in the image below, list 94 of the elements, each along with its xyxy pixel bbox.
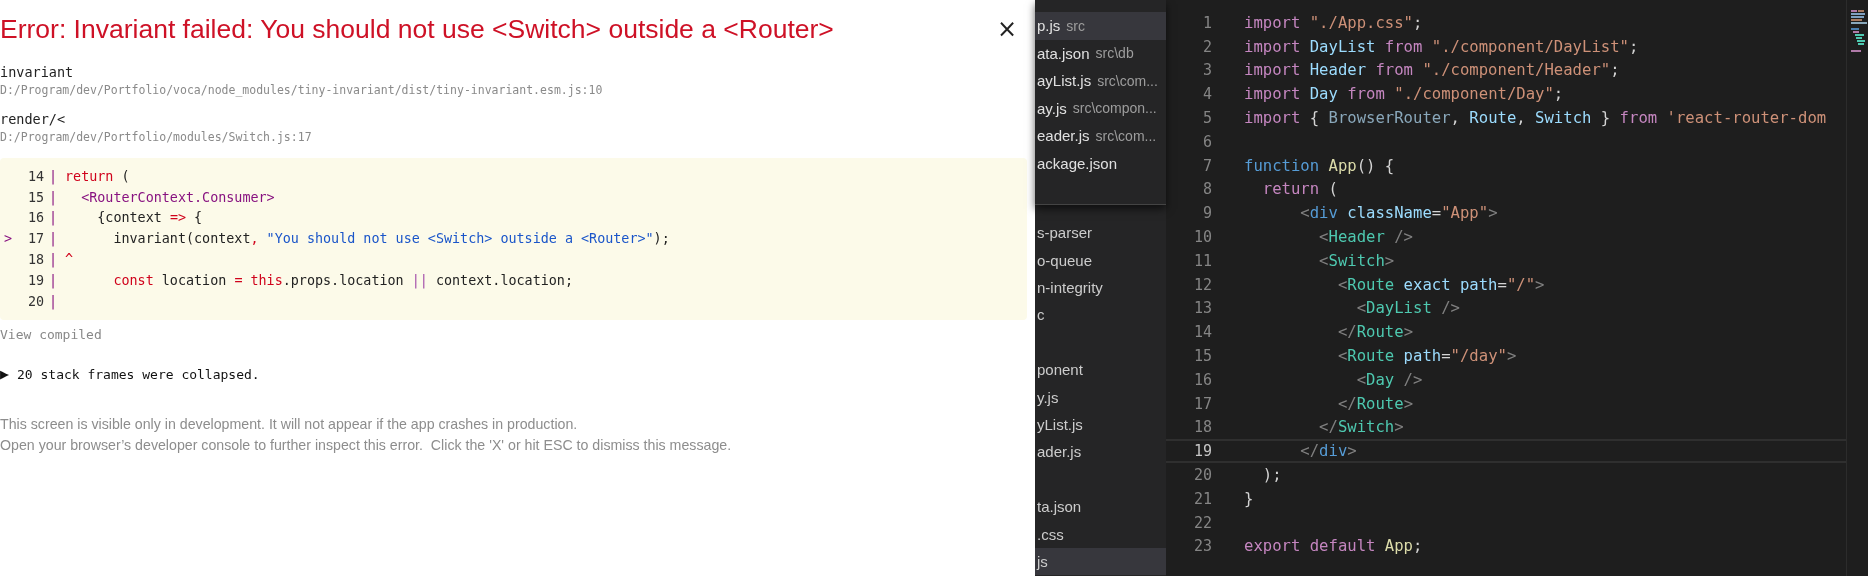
code-line: import Day from "./component/Day"; — [1244, 85, 1564, 104]
error-title: Error: Invariant failed: You should not use <Switch> outside a <Router> — [0, 13, 834, 45]
line-number: 1 — [1201, 13, 1212, 32]
line-number: 15 — [1192, 347, 1212, 366]
gutter-separator: | — [49, 210, 58, 226]
explorer-item[interactable]: o-queue — [1035, 246, 1166, 274]
explorer-item[interactable]: ponent — [1035, 328, 1166, 384]
line-number: 15 — [26, 189, 44, 205]
explorer-item[interactable]: yList.js — [1035, 410, 1166, 439]
quick-open-item[interactable]: ayList.js src\com... — [1035, 67, 1166, 95]
explorer-item[interactable]: y.js — [1035, 383, 1166, 411]
line-number: 17 — [26, 231, 44, 247]
line-number: 16 — [1192, 370, 1212, 389]
code-line: <Header /> — [1318, 228, 1413, 247]
line-number: 9 — [1201, 204, 1212, 223]
line-number: 23 — [1192, 537, 1212, 556]
expand-arrow-icon[interactable]: ▶ — [0, 366, 10, 382]
line-number: 21 — [1192, 489, 1212, 508]
gutter-separator: | — [49, 231, 58, 247]
line-number: 19 — [1192, 442, 1212, 461]
code-line: <Day /> — [1355, 370, 1423, 389]
line-number: 13 — [1192, 299, 1212, 318]
gutter-separator: | — [49, 168, 58, 184]
code-line: import "./App.css"; — [1244, 13, 1423, 32]
line-number: 10 — [1192, 228, 1212, 247]
explorer-item[interactable]: ader.js — [1035, 438, 1166, 466]
code-line: <Route exact path="/"> — [1336, 275, 1545, 294]
code-line: <div className="App"> — [1299, 204, 1498, 223]
explorer-item[interactable]: .css — [1035, 520, 1166, 548]
error-line-marker: > — [3, 231, 14, 247]
stack-frame-location: D:/Program/dev/Portfolio/modules/Switch.js:17 — [0, 130, 312, 144]
line-number: 20 — [26, 293, 44, 309]
code-line: invariant(context, "You should not use <Switch> outside a <Router>"); — [112, 231, 670, 247]
gutter-separator: | — [49, 189, 58, 205]
line-number: 22 — [1192, 513, 1212, 532]
code-line: import Header from "./component/Header"; — [1244, 61, 1620, 80]
code-line: <Route path="/day"> — [1336, 347, 1517, 366]
line-number: 7 — [1201, 156, 1212, 175]
footer-note: This screen is visible only in development. It will not appear if the app crashes in production. — [0, 414, 578, 434]
line-number: 11 — [1192, 251, 1212, 270]
line-number: 19 — [26, 272, 44, 288]
line-number: 6 — [1201, 132, 1212, 151]
code-line: function App() { — [1244, 156, 1395, 175]
code-line: <DayList /> — [1355, 299, 1460, 318]
view-compiled-link[interactable]: View compiled — [0, 326, 102, 342]
explorer-item[interactable]: n-integrity — [1035, 273, 1166, 302]
quick-open-item[interactable]: ackage.json — [1035, 149, 1166, 177]
explorer-item[interactable]: js — [1035, 547, 1166, 576]
minimap-drawing[interactable] — [1851, 10, 1867, 54]
gutter-separator: | — [49, 272, 58, 288]
line-number: 2 — [1201, 37, 1212, 56]
line-number: 14 — [1192, 323, 1212, 342]
line-number: 4 — [1201, 85, 1212, 104]
line-number: 18 — [26, 252, 44, 268]
line-number: 8 — [1201, 180, 1212, 199]
code-line: export default App; — [1244, 537, 1423, 556]
code-line: </Switch> — [1318, 418, 1404, 437]
code-line: </Route> — [1336, 323, 1413, 342]
quick-open-item[interactable]: p.js src — [1035, 12, 1166, 40]
stack-frame-function: invariant — [0, 64, 74, 80]
line-number: 18 — [1192, 418, 1212, 437]
stack-frame-function: render/< — [0, 111, 66, 127]
explorer-item[interactable]: ta.json — [1035, 465, 1166, 521]
footer-note: Open your browser’s developer console to further inspect this error. Click the 'X' or hit ESC to dismiss this message. — [0, 435, 732, 455]
line-number: 14 — [26, 168, 44, 184]
code-line: return ( — [65, 168, 130, 184]
code-line: import DayList from "./component/DayList"; — [1244, 37, 1639, 56]
line-number: 16 — [26, 210, 44, 226]
line-number: 17 — [1192, 394, 1212, 413]
line-number: 12 — [1192, 275, 1212, 294]
code-line: import { BrowserRouter, Route, Switch } from 'react-router-dom — [1244, 109, 1827, 128]
code-line: return ( — [1261, 180, 1338, 199]
line-number: 5 — [1201, 109, 1212, 128]
gutter-separator: | — [49, 293, 58, 309]
explorer-item[interactable]: s-parser — [1035, 219, 1166, 247]
code-line: <RouterContext.Consumer> — [80, 189, 275, 205]
code-line: <Switch> — [1318, 251, 1395, 270]
quick-open-item[interactable]: eader.js src\com... — [1035, 122, 1166, 150]
line-number: 3 — [1201, 61, 1212, 80]
gutter-separator: | — [49, 252, 58, 268]
code-line: const location = this.props.location || context.location; — [112, 272, 573, 288]
collapsed-frames-toggle[interactable]: 20 stack frames were collapsed. — [17, 366, 260, 382]
quick-open-item[interactable]: ay.js src\compon... — [1035, 94, 1166, 122]
code-line: ); — [1261, 466, 1282, 485]
code-line: ^ — [65, 252, 74, 268]
explorer-item[interactable]: c — [1035, 301, 1166, 329]
code-line: </div> — [1299, 442, 1357, 461]
code-line: {context => { — [96, 210, 203, 226]
line-number: 20 — [1192, 466, 1212, 485]
quick-open-item[interactable]: ata.json src\db — [1035, 39, 1166, 67]
code-line: </Route> — [1336, 394, 1413, 413]
code-line: } — [1244, 489, 1254, 508]
stack-frame-location: D:/Program/dev/Portfolio/voca/node_modules/tiny-invariant/dist/tiny-invariant.esm.js:10 — [0, 83, 603, 97]
close-button[interactable]: × — [992, 15, 1021, 43]
